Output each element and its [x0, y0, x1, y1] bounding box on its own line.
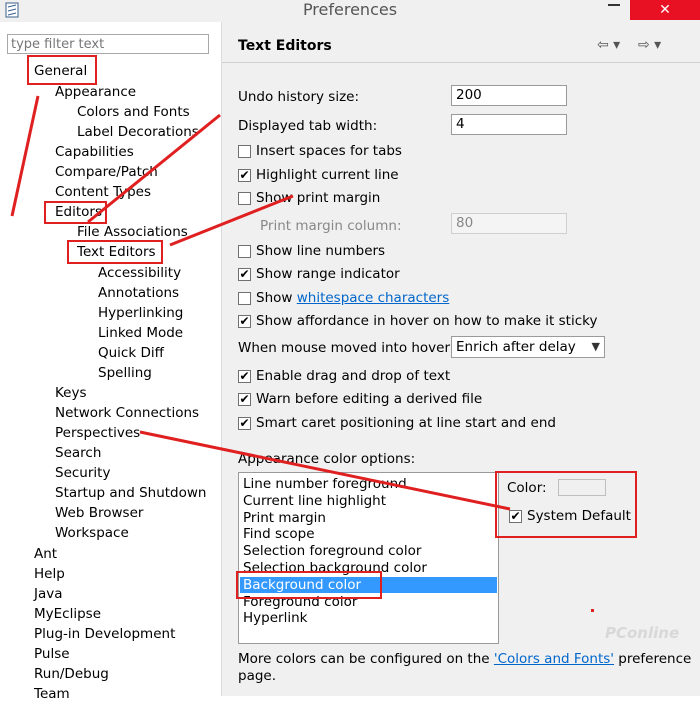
line-numbers-label: Show line numbers: [256, 243, 386, 259]
tree-item-myeclipse[interactable]: MyEclipse: [34, 605, 101, 623]
tree-item-help[interactable]: Help: [34, 565, 65, 583]
tree-item-label-decorations[interactable]: Label Decorations: [77, 123, 199, 141]
tree-item-hyperlinking[interactable]: Hyperlinking: [98, 304, 183, 322]
highlight-line-label: Highlight current line: [256, 167, 399, 183]
color-option-find-scope[interactable]: Find scope: [240, 526, 497, 542]
tree-item-capabilities[interactable]: Capabilities: [55, 143, 134, 161]
range-indicator-label: Show range indicator: [256, 266, 400, 282]
tree-item-compare-patch[interactable]: Compare/Patch: [55, 163, 158, 181]
footer-text-pre: More colors can be configured on the: [238, 651, 490, 667]
tree-item-file-associations[interactable]: File Associations: [77, 223, 188, 241]
tree-item-team[interactable]: Team: [34, 685, 70, 703]
tree-item-security[interactable]: Security: [55, 464, 110, 482]
warn-derived-label: Warn before editing a derived file: [256, 391, 483, 407]
tree-item-network-connections[interactable]: Network Connections: [55, 404, 199, 422]
tree-item-content-types[interactable]: Content Types: [55, 183, 151, 201]
affordance-checkbox[interactable]: ✔: [238, 315, 251, 328]
color-option-print-margin[interactable]: Print margin: [240, 510, 497, 526]
hover-select-value: Enrich after delay: [456, 339, 576, 355]
forward-nav-button[interactable]: ⇨ ▾: [638, 37, 661, 53]
minimize-button[interactable]: [608, 4, 620, 6]
annotation-dot: [591, 609, 594, 612]
title-bar: Preferences ✕: [0, 0, 700, 22]
line-numbers-checkbox[interactable]: [238, 245, 251, 258]
tree-item-quick-diff[interactable]: Quick Diff: [98, 344, 164, 362]
colors-fonts-link[interactable]: 'Colors and Fonts': [494, 651, 614, 667]
print-margin-column-label: Print margin column:: [260, 218, 402, 234]
hover-select[interactable]: Enrich after delay ▼: [451, 336, 605, 358]
undo-history-label: Undo history size:: [238, 89, 360, 105]
highlight-box-color-options: [495, 471, 637, 538]
back-nav-button[interactable]: ⇦ ▾: [597, 37, 620, 53]
tab-width-label: Displayed tab width:: [238, 118, 378, 134]
insert-spaces-label: Insert spaces for tabs: [256, 143, 402, 159]
tree-item-linked-mode[interactable]: Linked Mode: [98, 324, 183, 342]
tree-item-web-browser[interactable]: Web Browser: [55, 504, 143, 522]
show-margin-label: Show print margin: [256, 190, 381, 206]
smart-caret-label: Smart caret positioning at line start an…: [256, 415, 556, 431]
color-option-line-number-foreground[interactable]: Line number foreground: [240, 476, 497, 492]
color-options-list[interactable]: Line number foreground Current line highl…: [238, 472, 499, 644]
close-button[interactable]: ✕: [630, 0, 700, 20]
watermark: PConline: [605, 624, 680, 642]
color-option-selection-foreground-color[interactable]: Selection foreground color: [240, 543, 497, 559]
preference-tree-panel: type filter text General Appearance Colors…: [0, 22, 222, 702]
color-option-hyperlink[interactable]: Hyperlink: [240, 610, 497, 626]
show-prefix: Show: [256, 290, 293, 306]
tree-item-colors-and-fonts[interactable]: Colors and Fonts: [77, 103, 190, 121]
tree-item-run-debug[interactable]: Run/Debug: [34, 665, 109, 683]
footer-text-line2: page.: [238, 668, 277, 684]
tree-item-keys[interactable]: Keys: [55, 384, 87, 402]
undo-history-input[interactable]: 200: [451, 85, 567, 106]
tree-item-startup-and-shutdown[interactable]: Startup and Shutdown: [55, 484, 207, 502]
affordance-label: Show affordance in hover on how to make …: [256, 313, 598, 329]
highlight-box-text-editors: [67, 240, 163, 264]
whitespace-label: Show whitespace characters: [256, 289, 449, 307]
whitespace-characters-link[interactable]: whitespace characters: [297, 290, 450, 306]
hover-label: When mouse moved into hover:: [238, 340, 455, 356]
tree-item-perspectives[interactable]: Perspectives: [55, 424, 140, 442]
smart-caret-checkbox[interactable]: ✔: [238, 417, 251, 430]
tree-item-ant[interactable]: Ant: [34, 545, 57, 563]
highlight-box-general: [27, 55, 97, 85]
tree-item-appearance[interactable]: Appearance: [55, 83, 136, 101]
window-title: Preferences: [302, 0, 398, 19]
warn-derived-checkbox[interactable]: ✔: [238, 393, 251, 406]
drag-drop-label: Enable drag and drop of text: [256, 368, 451, 384]
print-margin-column-input[interactable]: 80: [451, 213, 567, 234]
filter-input[interactable]: type filter text: [7, 34, 209, 54]
header-divider: [222, 62, 700, 63]
whitespace-checkbox[interactable]: [238, 292, 251, 305]
range-indicator-checkbox[interactable]: ✔: [238, 268, 251, 281]
highlight-line-checkbox[interactable]: ✔: [238, 169, 251, 182]
tree-item-workspace[interactable]: Workspace: [55, 524, 129, 542]
color-option-current-line-highlight[interactable]: Current line highlight: [240, 493, 497, 509]
show-margin-checkbox[interactable]: [238, 192, 251, 205]
page-title: Text Editors: [238, 38, 332, 54]
tab-width-input[interactable]: 4: [451, 114, 567, 135]
tree-item-plug-in-development[interactable]: Plug-in Development: [34, 625, 175, 643]
tree-item-search[interactable]: Search: [55, 444, 101, 462]
highlight-box-background-color: [236, 571, 382, 599]
drag-drop-checkbox[interactable]: ✔: [238, 370, 251, 383]
appearance-color-label: Appearance color options:: [238, 451, 416, 467]
tree-item-spelling[interactable]: Spelling: [98, 364, 152, 382]
tree-item-annotations[interactable]: Annotations: [98, 284, 179, 302]
footer-text-post: preference: [618, 651, 692, 667]
tree-item-accessibility[interactable]: Accessibility: [98, 264, 181, 282]
tree-item-pulse[interactable]: Pulse: [34, 645, 70, 663]
footer-text: More colors can be configured on the 'Co…: [238, 650, 691, 668]
insert-spaces-checkbox[interactable]: [238, 145, 251, 158]
tree-item-java[interactable]: Java: [34, 585, 63, 603]
highlight-box-editors: [44, 201, 107, 224]
chevron-down-icon: ▼: [591, 340, 600, 353]
